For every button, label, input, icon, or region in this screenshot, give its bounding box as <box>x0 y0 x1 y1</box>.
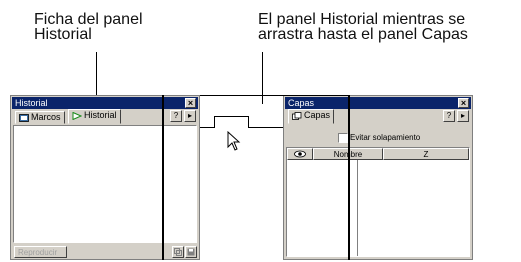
callout-leader-right <box>262 52 263 104</box>
layers-header: Nombre Z <box>287 148 469 160</box>
tab-historial-label: Historial <box>84 110 117 120</box>
disk-glyph <box>187 248 195 256</box>
tab-marcos-label: Marcos <box>31 112 61 122</box>
historial-close-icon[interactable]: × <box>185 98 196 108</box>
historial-list[interactable] <box>13 125 197 243</box>
copy-steps-glyph <box>174 248 182 256</box>
tab-capas-label: Capas <box>304 110 331 120</box>
capas-close-icon[interactable]: × <box>458 98 469 108</box>
overlap-option[interactable]: Evitar solapamiento <box>338 132 420 144</box>
play-icon <box>72 112 82 120</box>
drag-outline-segment <box>200 95 348 96</box>
eye-icon <box>294 150 306 158</box>
arrow-cursor-icon <box>227 131 241 151</box>
capas-title: Capas <box>288 98 315 108</box>
drag-outline-segment <box>248 127 283 128</box>
historial-titlebar[interactable]: Historial × <box>12 97 198 109</box>
save-command-icon[interactable] <box>185 246 197 258</box>
drag-outline-segment <box>214 116 248 117</box>
drag-outline-segment <box>200 127 214 128</box>
overlap-label: Evitar solapamiento <box>350 133 421 142</box>
copy-steps-icon[interactable] <box>172 246 184 258</box>
capas-menu-icon[interactable]: ▸ <box>457 110 469 122</box>
callout-historial-tab: Ficha del panel Historial <box>34 11 143 43</box>
replay-button[interactable]: Reproducir <box>14 246 67 258</box>
visibility-column-header[interactable] <box>287 148 313 160</box>
drag-outline-segment <box>348 95 350 260</box>
callout-dragging-panel: El panel Historial mientras se arrastra … <box>258 11 468 43</box>
historial-title: Historial <box>15 98 48 108</box>
layers-column-divider <box>357 160 358 256</box>
capas-help-icon[interactable]: ? <box>443 110 455 122</box>
historial-menu-icon[interactable]: ▸ <box>184 110 196 122</box>
tab-historial[interactable]: Historial <box>68 109 121 124</box>
z-column-header[interactable]: Z <box>383 148 469 160</box>
drag-outline-segment <box>162 95 164 260</box>
frames-icon <box>19 114 29 122</box>
drag-outline-segment <box>214 116 215 128</box>
layers-table: Nombre Z <box>286 147 470 257</box>
historial-panel: Historial × Marcos Historial ? ▸ Reprodu… <box>10 95 200 260</box>
historial-tabrow: Marcos Historial ? ▸ <box>12 109 198 124</box>
tab-marcos[interactable]: Marcos <box>15 111 65 124</box>
historial-help-icon[interactable]: ? <box>170 110 182 122</box>
overlap-checkbox[interactable] <box>338 132 348 143</box>
capas-tabrow: Capas ? ▸ <box>285 109 471 124</box>
tab-capas[interactable]: Capas <box>288 109 335 124</box>
layers-icon <box>292 112 302 120</box>
capas-titlebar[interactable]: Capas × <box>285 97 471 109</box>
capas-panel: Capas × Capas ? ▸ Evitar solapamiento No… <box>283 95 473 260</box>
